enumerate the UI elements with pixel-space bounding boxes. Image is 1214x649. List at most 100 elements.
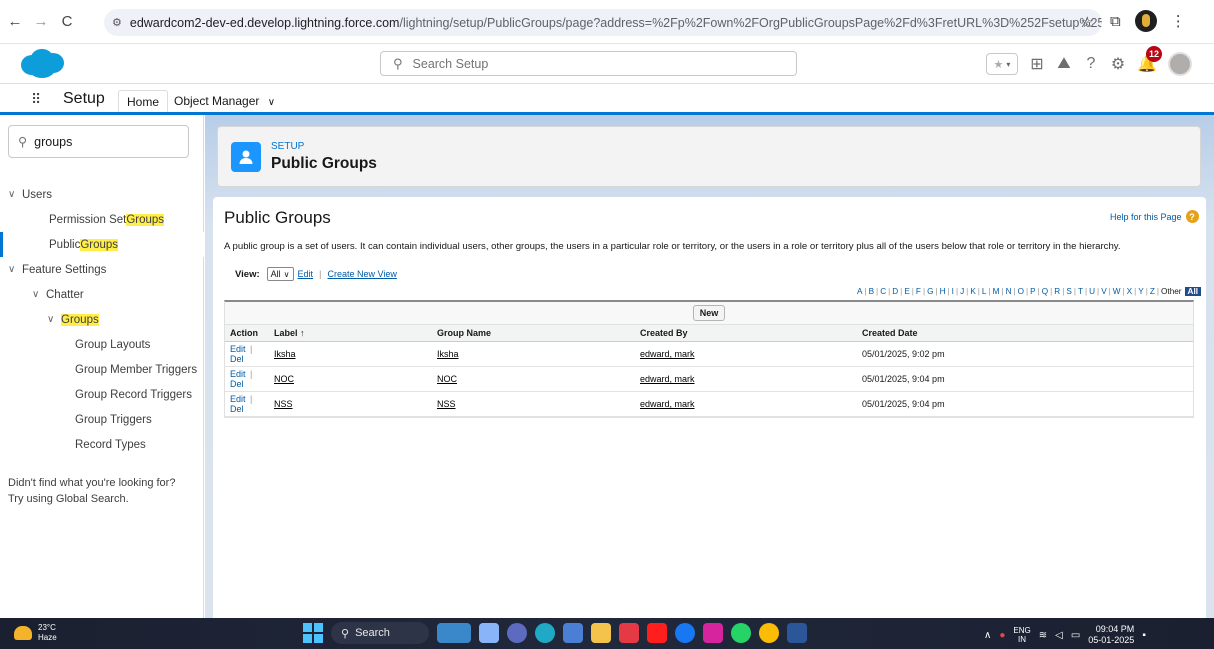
taskbar-app-icon[interactable]	[437, 623, 471, 643]
alphabet-letter[interactable]: B	[869, 287, 874, 296]
notifications-icon[interactable]: ▪	[1142, 630, 1146, 641]
group-name-link[interactable]: Iksha	[437, 349, 459, 359]
youtube-icon[interactable]	[647, 623, 667, 643]
browser-menu-icon[interactable]: ⋮	[1171, 12, 1186, 30]
app-launcher-icon[interactable]: ⠿	[31, 91, 41, 108]
group-name-link[interactable]: NSS	[437, 399, 456, 409]
site-info-icon[interactable]: ⚙	[112, 16, 122, 29]
tree-item-record-types[interactable]: Record Types	[0, 432, 204, 457]
taskbar-app-icon[interactable]	[619, 623, 639, 643]
back-arrow-icon[interactable]: ←	[4, 11, 26, 33]
taskbar-app-icon[interactable]	[479, 623, 499, 643]
chevron-up-icon[interactable]: ∧	[984, 630, 991, 641]
column-header[interactable]: Created Date	[857, 324, 1193, 342]
alphabet-letter[interactable]: M	[993, 287, 1000, 296]
alphabet-letter[interactable]: X	[1127, 287, 1132, 296]
alphabet-letter[interactable]: U	[1089, 287, 1095, 296]
tree-item-group-member-triggers[interactable]: Group Member Triggers	[0, 357, 204, 382]
edit-link[interactable]: Edit	[230, 369, 246, 379]
user-avatar[interactable]	[1167, 52, 1192, 76]
volume-icon[interactable]: ◁	[1055, 630, 1063, 641]
tree-item-users[interactable]: ∨ Users	[0, 182, 204, 207]
taskbar-app-icon[interactable]	[507, 623, 527, 643]
alphabet-letter[interactable]: J	[960, 287, 964, 296]
created-by-link[interactable]: edward, mark	[640, 349, 695, 359]
alphabet-letter[interactable]: L	[982, 287, 987, 296]
delete-link[interactable]: Del	[230, 379, 244, 389]
column-header[interactable]: Created By	[635, 324, 857, 342]
created-by-link[interactable]: edward, mark	[640, 399, 695, 409]
alphabet-letter[interactable]: P	[1030, 287, 1035, 296]
column-header[interactable]: Group Name	[432, 324, 635, 342]
alphabet-letter[interactable]: F	[916, 287, 921, 296]
windows-start-icon[interactable]	[303, 623, 323, 643]
alphabet-letter[interactable]: D	[892, 287, 898, 296]
view-select[interactable]: All ∨	[266, 267, 294, 281]
weather-widget[interactable]: 23°C Haze	[14, 623, 57, 643]
alphabet-letter[interactable]: I	[952, 287, 954, 296]
create-new-view-link[interactable]: Create New View	[328, 269, 397, 279]
alphabet-letter[interactable]: V	[1101, 287, 1106, 296]
edit-view-link[interactable]: Edit	[298, 269, 314, 279]
alphabet-letter[interactable]: N	[1006, 287, 1012, 296]
tree-item-public-groups[interactable]: Public Groups	[0, 232, 204, 257]
alphabet-letter[interactable]: G	[927, 287, 933, 296]
alphabet-letter[interactable]: S	[1066, 287, 1071, 296]
whatsapp-icon[interactable]	[731, 623, 751, 643]
created-by-link[interactable]: edward, mark	[640, 374, 695, 384]
tree-item-permission-set-groups[interactable]: Permission Set Groups	[0, 207, 204, 232]
group-name-link[interactable]: NOC	[437, 374, 457, 384]
tab-home[interactable]: Home	[118, 90, 168, 112]
delete-link[interactable]: Del	[230, 404, 244, 414]
reload-icon[interactable]: C	[56, 11, 78, 33]
setup-gear-icon[interactable]: ⚙	[1110, 54, 1126, 74]
alphabet-letter[interactable]: Q	[1042, 287, 1048, 296]
help-link[interactable]: Help for this Page?	[1110, 210, 1199, 223]
edit-link[interactable]: Edit	[230, 344, 246, 354]
column-header-label[interactable]: Label ↑	[269, 324, 432, 342]
favorites-button[interactable]: ★ ▾	[986, 53, 1018, 75]
battery-icon[interactable]: ▭	[1071, 630, 1080, 641]
tray-app-icon[interactable]: ●	[999, 630, 1005, 641]
alphabet-all[interactable]: All	[1184, 287, 1201, 296]
tree-item-feature-settings[interactable]: ∨ Feature Settings	[0, 257, 204, 282]
tab-object-manager[interactable]: Object Manager ∨	[174, 94, 275, 108]
alphabet-letter[interactable]: T	[1078, 287, 1083, 296]
edge-icon[interactable]	[535, 623, 555, 643]
trailhead-icon[interactable]: ⛰	[1056, 55, 1072, 73]
extensions-icon[interactable]: ⧉	[1110, 13, 1121, 30]
alphabet-letter[interactable]: A	[857, 287, 862, 296]
profile-avatar[interactable]	[1134, 10, 1157, 32]
tree-item-groups[interactable]: ∨ Groups	[0, 307, 204, 332]
clock[interactable]: 09:04 PM 05-01-2025	[1088, 624, 1134, 646]
chrome-icon[interactable]	[759, 623, 779, 643]
bookmark-star-icon[interactable]: ☆	[1081, 13, 1094, 31]
group-label-link[interactable]: Iksha	[274, 349, 296, 359]
group-label-link[interactable]: NOC	[274, 374, 294, 384]
tree-item-group-triggers[interactable]: Group Triggers	[0, 407, 204, 432]
facebook-icon[interactable]	[675, 623, 695, 643]
global-actions-icon[interactable]: ⊞	[1029, 54, 1045, 74]
notifications-bell-icon[interactable]: 🔔 12	[1137, 46, 1162, 74]
tree-item-group-record-triggers[interactable]: Group Record Triggers	[0, 382, 204, 407]
wifi-icon[interactable]: ≋	[1039, 630, 1047, 641]
alphabet-letter[interactable]: K	[970, 287, 975, 296]
quick-find-input[interactable]: ⚲ groups	[8, 125, 189, 158]
alphabet-letter[interactable]: Y	[1138, 287, 1143, 296]
delete-link[interactable]: Del	[230, 354, 244, 364]
alphabet-letter[interactable]: W	[1113, 287, 1121, 296]
group-label-link[interactable]: NSS	[274, 399, 293, 409]
word-icon[interactable]	[787, 623, 807, 643]
alphabet-letter[interactable]: E	[904, 287, 909, 296]
instagram-icon[interactable]	[703, 623, 723, 643]
file-explorer-icon[interactable]	[591, 623, 611, 643]
help-icon[interactable]: ?	[1083, 55, 1099, 73]
alphabet-letter[interactable]: Z	[1150, 287, 1155, 296]
alphabet-letter[interactable]: C	[880, 287, 886, 296]
language-indicator[interactable]: ENG IN	[1013, 626, 1030, 644]
new-group-button[interactable]: New	[692, 305, 726, 321]
store-icon[interactable]	[563, 623, 583, 643]
setup-search-input[interactable]: ⚲ Search Setup	[380, 51, 797, 76]
alphabet-letter[interactable]: R	[1054, 287, 1060, 296]
alphabet-letter[interactable]: O	[1018, 287, 1024, 296]
